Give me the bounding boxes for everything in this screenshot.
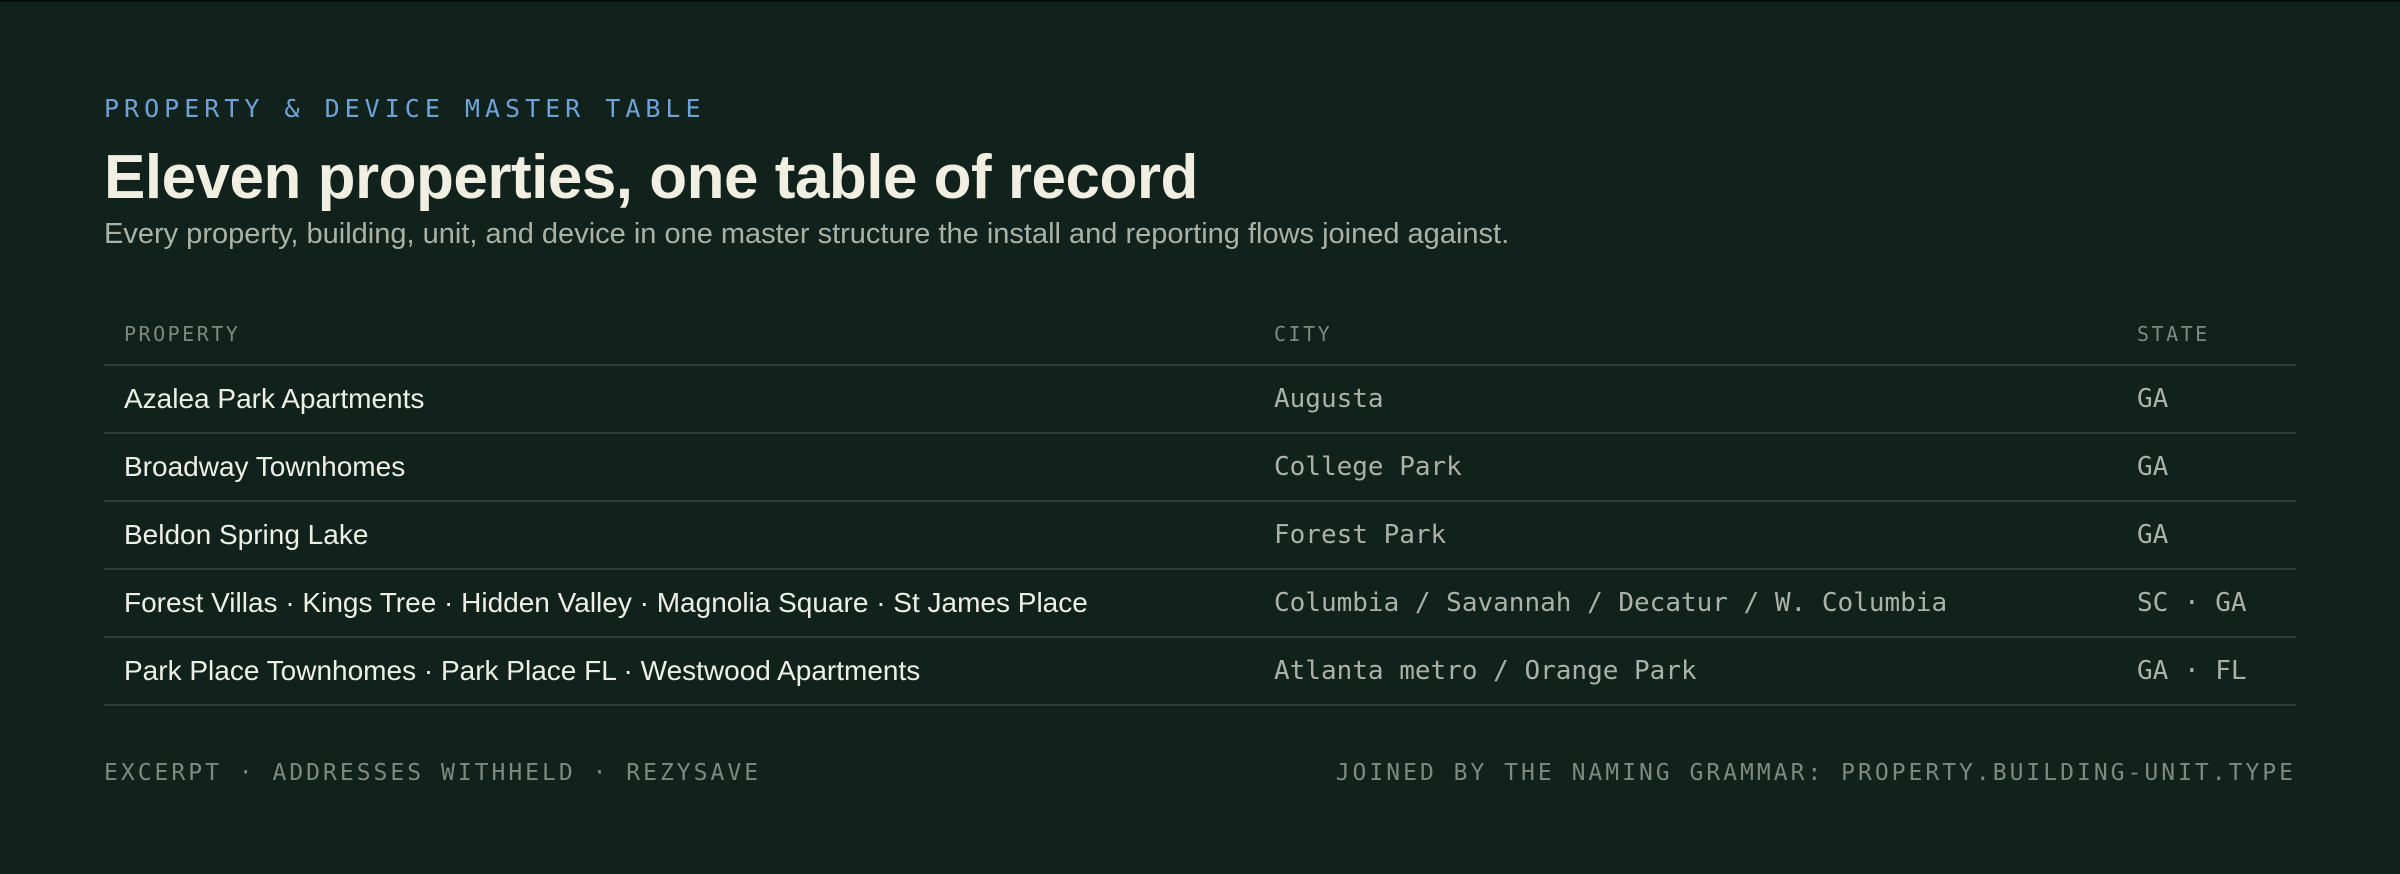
table-header: PROPERTY CITY STATE <box>104 304 2296 366</box>
cell-state: GA · FL <box>2117 637 2296 706</box>
cell-state: GA <box>2117 365 2296 434</box>
cell-state: SC · GA <box>2117 569 2296 638</box>
table-header-row: PROPERTY CITY STATE <box>104 304 2296 366</box>
cell-property: Beldon Spring Lake <box>104 501 1254 570</box>
page: { "header": { "eyebrow": "PROPERTY & DEV… <box>0 0 2400 874</box>
table-row[interactable]: Broadway Townhomes College Park GA <box>104 433 2296 502</box>
cell-state: GA <box>2117 433 2296 502</box>
column-header-city[interactable]: CITY <box>1254 304 2117 366</box>
cell-city: Columbia / Savannah / Decatur / W. Colum… <box>1254 569 2117 638</box>
eyebrow-label: PROPERTY & DEVICE MASTER TABLE <box>104 94 706 123</box>
property-table: PROPERTY CITY STATE Azalea Park Apartmen… <box>104 304 2296 706</box>
cell-property: Forest Villas · Kings Tree · Hidden Vall… <box>104 569 1254 638</box>
table-body: Azalea Park Apartments Augusta GA Broadw… <box>104 365 2296 706</box>
cell-city: Forest Park <box>1254 501 2117 570</box>
footer-note-right: JOINED BY THE NAMING GRAMMAR: PROPERTY.B… <box>1335 760 2296 786</box>
cell-city: College Park <box>1254 433 2117 502</box>
table-row[interactable]: Azalea Park Apartments Augusta GA <box>104 365 2296 434</box>
cell-property: Azalea Park Apartments <box>104 365 1254 434</box>
page-subtitle: Every property, building, unit, and devi… <box>104 218 1510 250</box>
footer-note-left: EXCERPT · ADDRESSES WITHHELD · REZYSAVE <box>104 760 762 786</box>
cell-state: GA <box>2117 501 2296 570</box>
column-header-state[interactable]: STATE <box>2117 304 2296 366</box>
cell-city: Augusta <box>1254 365 2117 434</box>
table-row[interactable]: Park Place Townhomes · Park Place FL · W… <box>104 637 2296 706</box>
cell-property: Broadway Townhomes <box>104 433 1254 502</box>
page-title: Eleven properties, one table of record <box>104 143 1198 212</box>
cell-property: Park Place Townhomes · Park Place FL · W… <box>104 637 1254 706</box>
table-row[interactable]: Forest Villas · Kings Tree · Hidden Vall… <box>104 569 2296 638</box>
cell-city: Atlanta metro / Orange Park <box>1254 637 2117 706</box>
column-header-property[interactable]: PROPERTY <box>104 304 1254 366</box>
table-row[interactable]: Beldon Spring Lake Forest Park GA <box>104 501 2296 570</box>
